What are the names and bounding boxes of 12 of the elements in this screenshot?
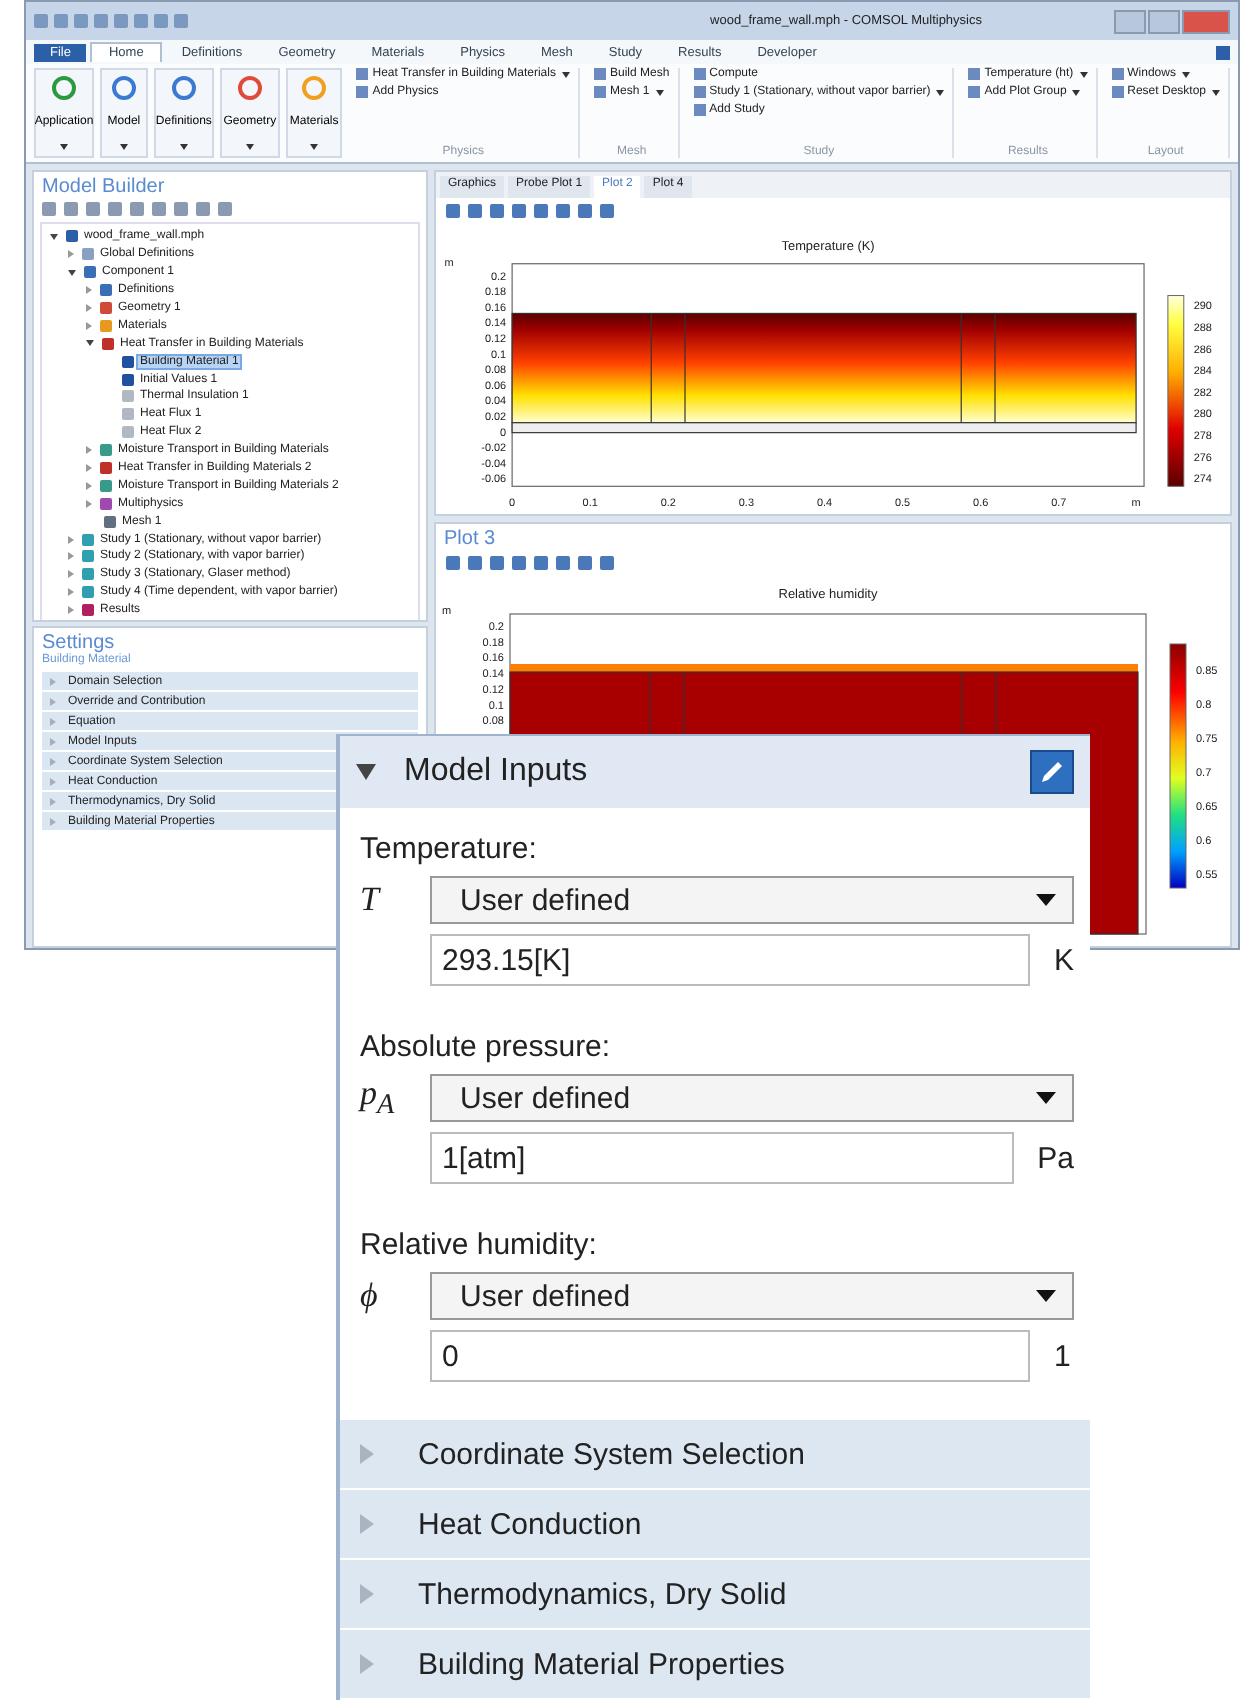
unit-label: 1: [1054, 1339, 1071, 1374]
panel-title: Model Builder: [40, 174, 167, 198]
field-label: Absolute pressure:: [360, 1030, 613, 1064]
unit-label: Pa: [1037, 1141, 1074, 1176]
unit-label: K: [1053, 943, 1074, 977]
field-label: Temperature:: [360, 832, 539, 866]
symbol-label: T: [360, 880, 383, 920]
field-label: Relative humidity:: [360, 1228, 599, 1263]
symbol-label: ϕ: [360, 1276, 380, 1317]
panel-title: Plot 3: [442, 526, 498, 550]
symbol-label: p$_{A}$: [360, 1074, 397, 1123]
panel-title: Settings: [40, 630, 115, 654]
